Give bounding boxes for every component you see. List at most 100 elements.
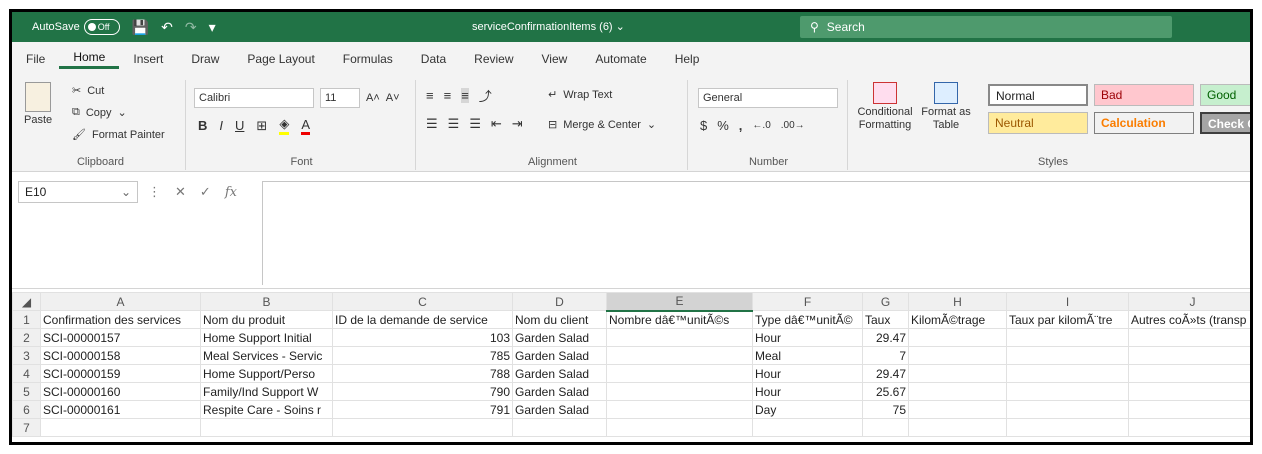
- cell[interactable]: [908, 400, 1007, 419]
- style-neutral[interactable]: Neutral: [988, 112, 1088, 134]
- cell[interactable]: Day: [752, 400, 863, 419]
- autosave-toggle[interactable]: Off: [83, 19, 120, 35]
- customize-icon[interactable]: ▾: [209, 19, 216, 36]
- fx-icon[interactable]: fx: [225, 185, 237, 200]
- style-good[interactable]: Good: [1200, 84, 1250, 106]
- borders-icon[interactable]: ⊞: [256, 118, 267, 134]
- cell[interactable]: [908, 418, 1007, 437]
- cell[interactable]: 785: [332, 346, 513, 365]
- cell[interactable]: [1128, 418, 1250, 437]
- cell[interactable]: [200, 418, 333, 437]
- column-header[interactable]: H: [908, 292, 1007, 311]
- cell[interactable]: Garden Salad: [512, 346, 607, 365]
- cell[interactable]: [1006, 400, 1129, 419]
- cell[interactable]: Garden Salad: [512, 364, 607, 383]
- cell[interactable]: [1128, 364, 1250, 383]
- row-header[interactable]: 5: [12, 382, 41, 401]
- cell[interactable]: 75: [862, 400, 909, 419]
- tab-page-layout[interactable]: Page Layout: [233, 52, 328, 66]
- cell[interactable]: [606, 328, 753, 347]
- paste-button[interactable]: Paste: [24, 82, 52, 126]
- align-center-icon[interactable]: ☰: [448, 116, 460, 132]
- cell[interactable]: Meal Services - Servic: [200, 346, 333, 365]
- search-box[interactable]: ⚲ Search: [800, 16, 1172, 38]
- number-format-select[interactable]: General: [698, 88, 838, 108]
- cell[interactable]: [1128, 382, 1250, 401]
- cell[interactable]: Respite Care - Soins r: [200, 400, 333, 419]
- column-header[interactable]: G: [862, 292, 909, 311]
- row-header[interactable]: 4: [12, 364, 41, 383]
- tab-review[interactable]: Review: [460, 52, 527, 66]
- cell[interactable]: KilomÃ©trage: [908, 310, 1007, 329]
- cut-button[interactable]: ✂ Cut: [72, 84, 104, 98]
- tab-insert[interactable]: Insert: [119, 52, 177, 66]
- column-header[interactable]: J: [1128, 292, 1250, 311]
- cell[interactable]: [1006, 346, 1129, 365]
- cell[interactable]: 788: [332, 364, 513, 383]
- cell[interactable]: 7: [862, 346, 909, 365]
- cell[interactable]: Family/Ind Support W: [200, 382, 333, 401]
- tab-formulas[interactable]: Formulas: [329, 52, 407, 66]
- style-normal[interactable]: Normal: [988, 84, 1088, 106]
- increase-font-icon[interactable]: A˄: [366, 92, 380, 104]
- increase-indent-icon[interactable]: ⇥: [512, 116, 523, 132]
- align-left-icon[interactable]: ☰: [426, 116, 438, 132]
- cell[interactable]: [606, 346, 753, 365]
- cell[interactable]: [1128, 328, 1250, 347]
- cell[interactable]: [1006, 328, 1129, 347]
- cell[interactable]: [908, 382, 1007, 401]
- cell[interactable]: [40, 418, 201, 437]
- cell[interactable]: [332, 418, 513, 437]
- increase-decimal-icon[interactable]: ←.0: [752, 120, 770, 131]
- cell[interactable]: Type dâ€™unitÃ©: [752, 310, 863, 329]
- cell[interactable]: SCI-00000158: [40, 346, 201, 365]
- row-header[interactable]: 3: [12, 346, 41, 365]
- cell[interactable]: [908, 346, 1007, 365]
- cell[interactable]: [606, 364, 753, 383]
- comma-icon[interactable]: ,: [739, 118, 743, 133]
- cell[interactable]: SCI-00000159: [40, 364, 201, 383]
- align-middle-icon[interactable]: ≡: [444, 88, 452, 103]
- cell[interactable]: [1128, 400, 1250, 419]
- cell[interactable]: Garden Salad: [512, 328, 607, 347]
- column-header[interactable]: A: [40, 292, 201, 311]
- align-right-icon[interactable]: ☰: [469, 116, 481, 132]
- tab-data[interactable]: Data: [407, 52, 460, 66]
- font-color-icon[interactable]: A: [301, 117, 310, 135]
- save-icon[interactable]: 💾: [132, 19, 149, 36]
- cell[interactable]: ID de la demande de service: [332, 310, 513, 329]
- style-bad[interactable]: Bad: [1094, 84, 1194, 106]
- merge-center-button[interactable]: ⊟ Merge & Center ⌄: [548, 118, 656, 132]
- format-painter-button[interactable]: 🖌 Format Painter: [72, 128, 165, 142]
- wrap-text-button[interactable]: ↵ Wrap Text: [548, 88, 612, 102]
- bold-icon[interactable]: B: [198, 118, 207, 133]
- cell[interactable]: Taux par kilomÃ¨tre: [1006, 310, 1129, 329]
- cell[interactable]: Home Support/Perso: [200, 364, 333, 383]
- tab-help[interactable]: Help: [661, 52, 714, 66]
- row-header[interactable]: 6: [12, 400, 41, 419]
- tab-home[interactable]: Home: [59, 50, 120, 69]
- cell[interactable]: Garden Salad: [512, 400, 607, 419]
- cell[interactable]: Hour: [752, 364, 863, 383]
- cell[interactable]: Hour: [752, 328, 863, 347]
- fill-color-icon[interactable]: ◈: [279, 116, 290, 135]
- cell[interactable]: 790: [332, 382, 513, 401]
- currency-icon[interactable]: $: [700, 118, 707, 133]
- cell[interactable]: [908, 364, 1007, 383]
- cancel-icon[interactable]: ✕: [175, 184, 186, 200]
- cell[interactable]: 25.67: [862, 382, 909, 401]
- cell[interactable]: [512, 418, 607, 437]
- cell[interactable]: Nom du client: [512, 310, 607, 329]
- cell[interactable]: [1006, 364, 1129, 383]
- cell[interactable]: SCI-00000160: [40, 382, 201, 401]
- cell[interactable]: [1006, 418, 1129, 437]
- cell[interactable]: Autres coÃ»ts (transp: [1128, 310, 1250, 329]
- decrease-font-icon[interactable]: A˅: [386, 92, 400, 104]
- cell[interactable]: 103: [332, 328, 513, 347]
- autosave-control[interactable]: AutoSave Off: [32, 19, 120, 35]
- select-all-corner[interactable]: ◢: [12, 292, 41, 311]
- cell[interactable]: Garden Salad: [512, 382, 607, 401]
- cell[interactable]: 29.47: [862, 328, 909, 347]
- column-header-selected[interactable]: E: [606, 292, 753, 312]
- column-header[interactable]: D: [512, 292, 607, 311]
